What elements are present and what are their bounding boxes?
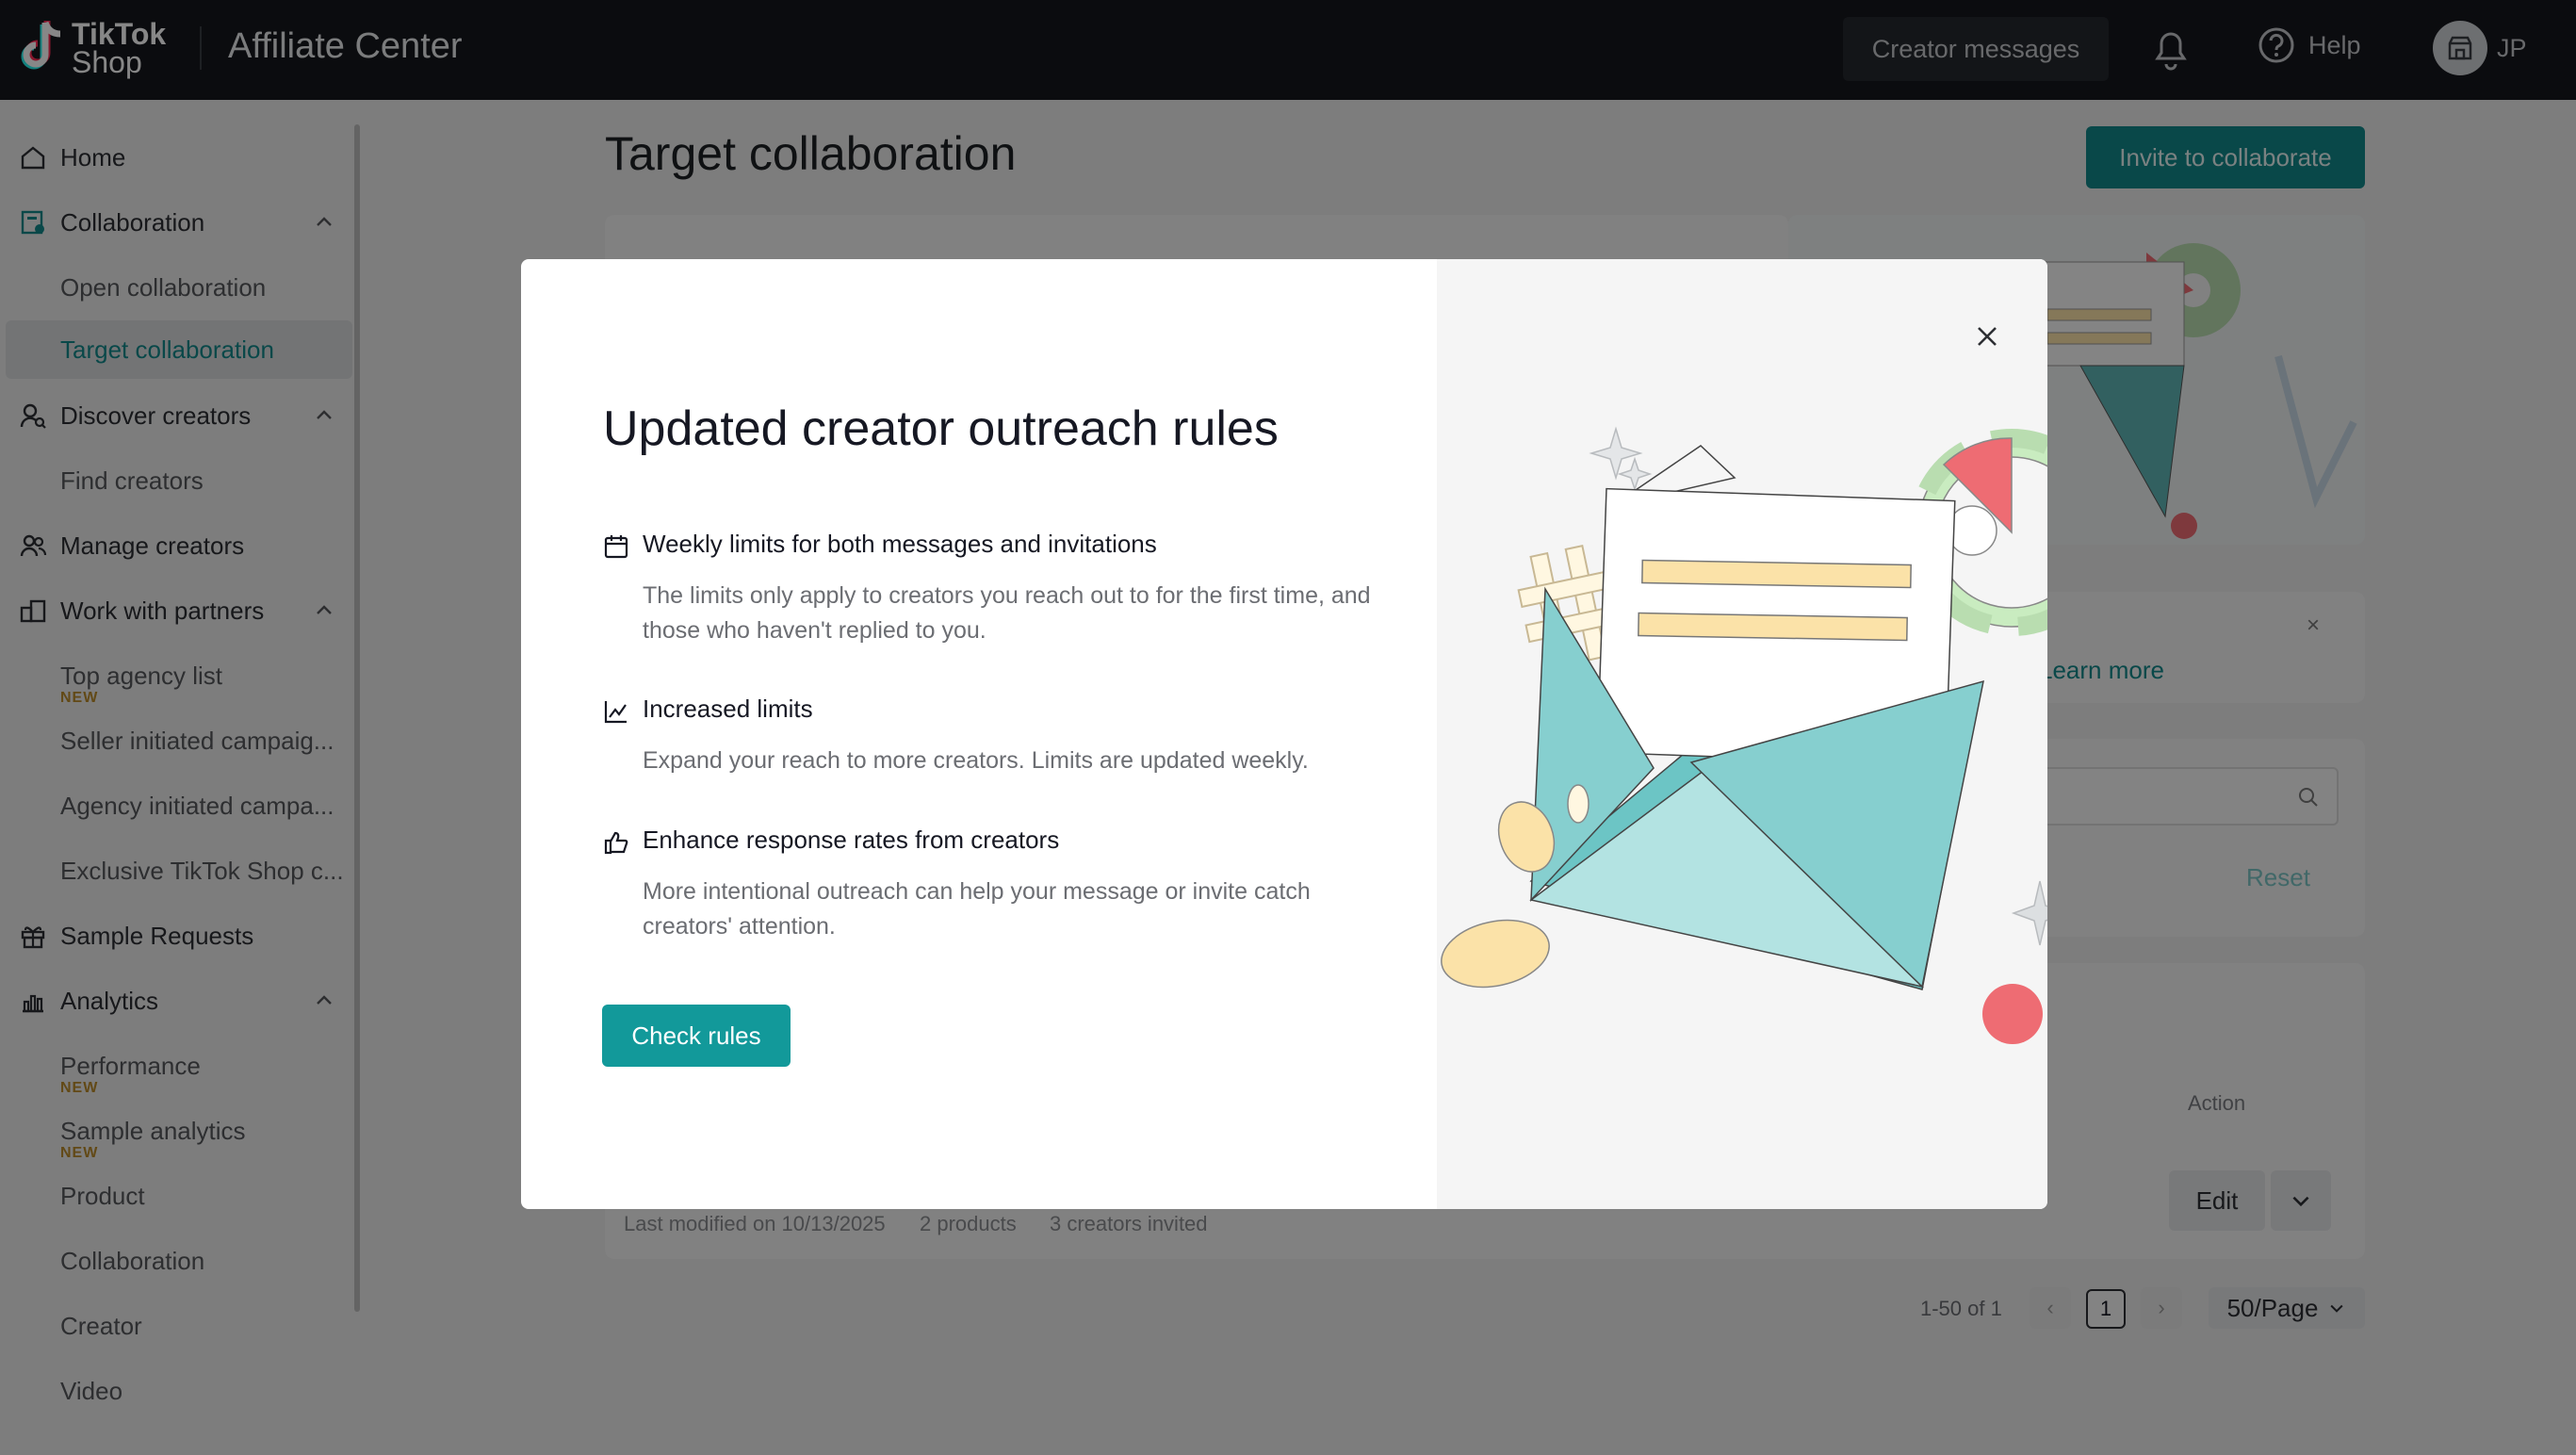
thumbs-up-icon xyxy=(604,831,628,855)
chart-line-icon xyxy=(604,701,627,724)
check-rules-button[interactable]: Check rules xyxy=(602,1005,791,1067)
modal-title: Updated creator outreach rules xyxy=(603,401,1279,456)
rule-title: Weekly limits for both messages and invi… xyxy=(643,530,1157,558)
outreach-rules-modal: Updated creator outreach rules Weekly li… xyxy=(521,259,2047,1209)
rule-description: More intentional outreach can help your … xyxy=(643,878,1311,940)
envelope-illustration xyxy=(1441,426,2047,1044)
rule-title: Increased limits xyxy=(643,695,813,723)
rule-title: Enhance response rates from creators xyxy=(643,826,1060,854)
close-icon[interactable] xyxy=(1970,319,2004,353)
modal-illustration-panel xyxy=(1437,259,2047,1209)
calendar-icon xyxy=(604,535,628,559)
rule-description: The limits only apply to creators you re… xyxy=(643,582,1371,644)
rule-description: Expand your reach to more creators. Limi… xyxy=(643,747,1309,774)
